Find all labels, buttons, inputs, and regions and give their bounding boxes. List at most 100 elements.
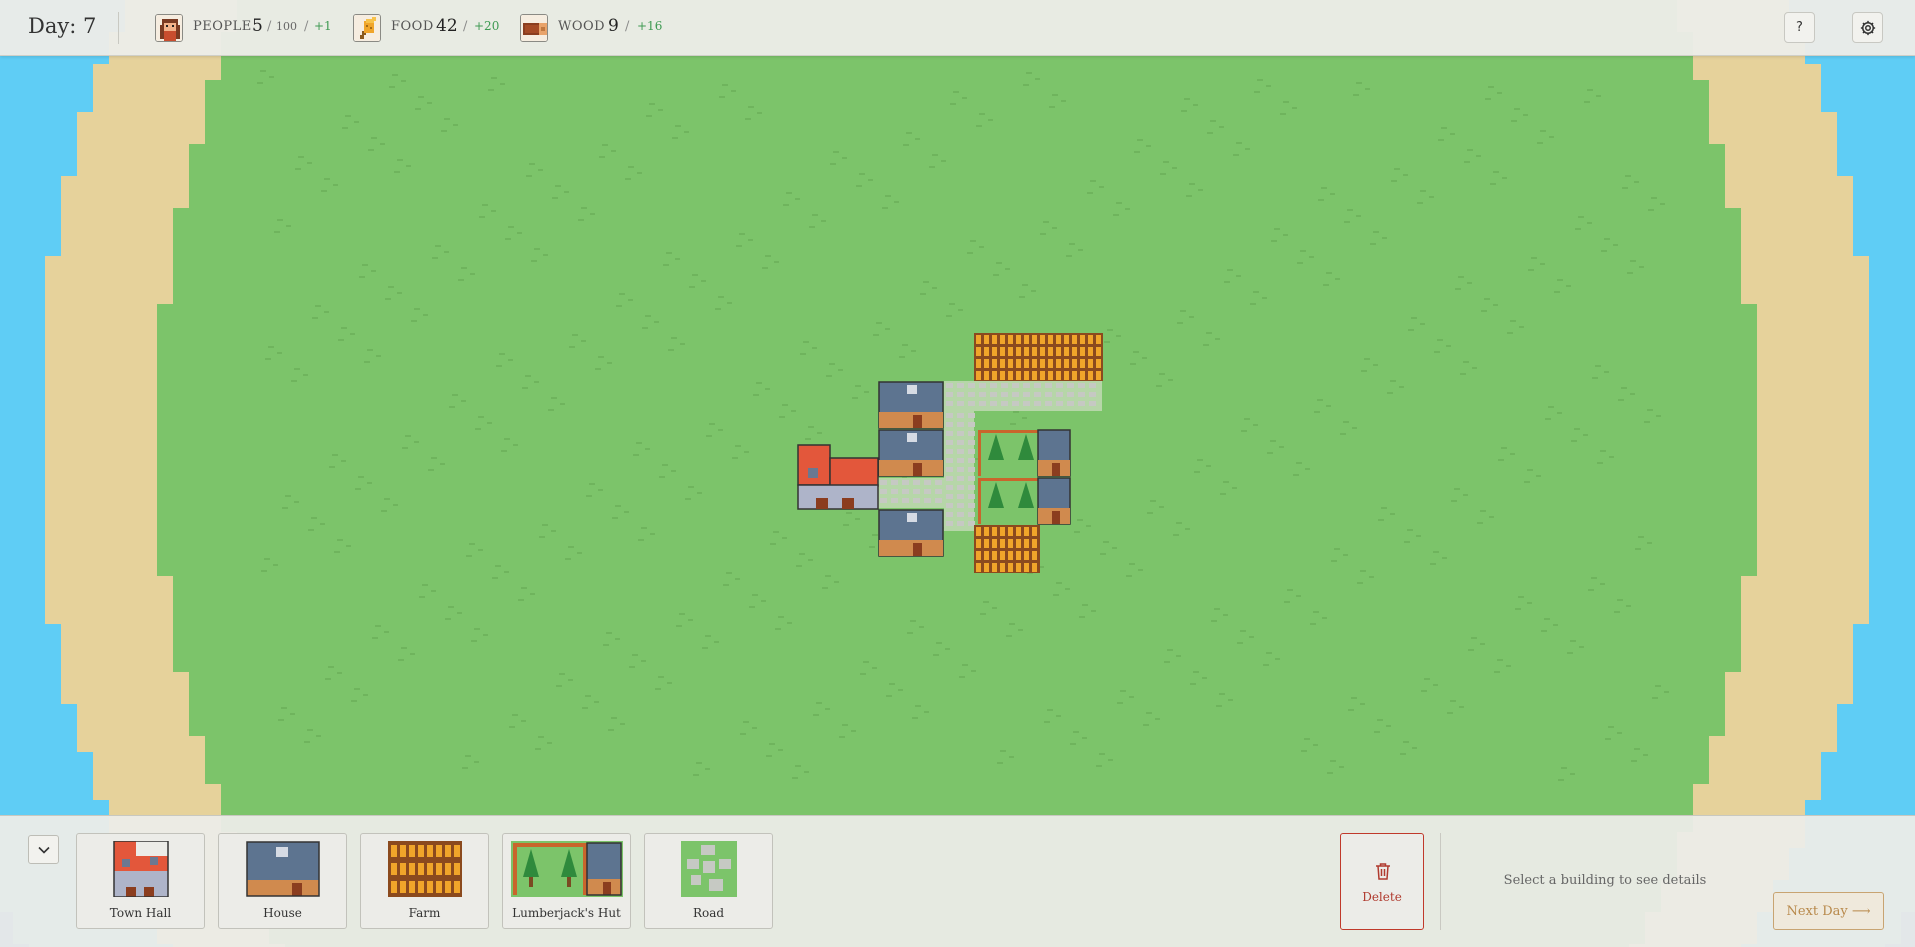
crop [1000,527,1005,536]
crop [1040,347,1045,356]
road-stone [913,480,920,485]
road-stone [968,458,975,463]
door [842,498,854,509]
crop [1016,371,1021,380]
road-stone [946,521,953,526]
delete-button[interactable]: Delete [1340,833,1424,930]
crop [1064,359,1069,368]
crop [1016,551,1021,560]
road-stone [1012,383,1019,388]
crop [984,347,989,356]
crop [1032,551,1037,560]
crop [1008,335,1013,344]
road-stone [946,401,953,406]
road-stone [902,498,909,503]
road-stone [979,392,986,397]
road-stone [946,476,953,481]
build-label: House [263,906,302,920]
door [1052,511,1060,524]
people-value: 5 [252,16,263,36]
road-stone [957,449,964,454]
crop [1000,539,1005,548]
slash: / [463,19,468,34]
crop [984,527,989,536]
help-button[interactable]: ? [1784,12,1815,43]
road-stone [968,521,975,526]
next-day-button[interactable]: Next Day ⟶ [1773,892,1884,930]
road-stone [979,383,986,388]
house-wall [879,540,943,556]
road-stone [957,467,964,472]
wood-label: WOOD [558,19,606,34]
road-stone [924,489,931,494]
road-stone [957,383,964,388]
island-map[interactable] [0,0,1915,947]
divider [118,12,119,44]
crop [1016,335,1021,344]
crop [1024,563,1029,572]
crop [1080,371,1085,380]
crop [1096,335,1101,344]
road-stone [968,485,975,490]
house-wall [879,460,943,476]
build-farm-button[interactable]: Farm [360,833,489,929]
collapse-panel-button[interactable] [28,835,59,864]
divider [1440,833,1441,930]
crop [992,371,997,380]
road-stone [946,485,953,490]
details-placeholder: Select a building to see details [1503,873,1707,888]
crop [1080,347,1085,356]
road-stone [957,476,964,481]
crop [1072,335,1077,344]
crop [1000,335,1005,344]
road-stone [968,422,975,427]
road-stone [946,467,953,472]
road-stone [891,498,898,503]
road-stone [946,503,953,508]
chimney [907,433,917,442]
town-hall-window [808,468,818,478]
road-stone [913,498,920,503]
road-stone [968,449,975,454]
house-wall [879,412,943,428]
crop [976,563,981,572]
crop [1008,527,1013,536]
road-stone [968,467,975,472]
crop [1024,359,1029,368]
road-stone [1001,392,1008,397]
crop [1080,359,1085,368]
build-house-button[interactable]: House [218,833,347,929]
road-stone [957,422,964,427]
road-stone [1034,401,1041,406]
crop [984,359,989,368]
build-panel: Town Hall House Farm Lumberjack's Hut Ro… [0,815,1915,947]
slash: / [625,19,630,34]
road-stone [946,431,953,436]
road-stone [1067,383,1074,388]
crop [1032,359,1037,368]
road-stone [935,498,942,503]
road-stone [968,503,975,508]
people-label: PEOPLE [193,19,252,34]
door [816,498,828,509]
crop [1000,563,1005,572]
settings-button[interactable] [1852,12,1883,43]
road-stone [968,512,975,517]
crop [984,539,989,548]
build-lumberjacks-hut-button[interactable]: Lumberjack's Hut [502,833,631,929]
build-town-hall-button[interactable]: Town Hall [76,833,205,929]
crop [992,527,997,536]
crop [976,551,981,560]
road-stone [1045,383,1052,388]
road-stone [1023,401,1030,406]
crop [1008,563,1013,572]
road-stone [880,489,887,494]
food-value: 42 [436,16,458,36]
build-road-button[interactable]: Road [644,833,773,929]
crop [1064,347,1069,356]
crop [1016,347,1021,356]
chimney [907,513,917,522]
build-label: Town Hall [109,906,172,920]
road-stone [1089,383,1096,388]
road-stone [1001,401,1008,406]
